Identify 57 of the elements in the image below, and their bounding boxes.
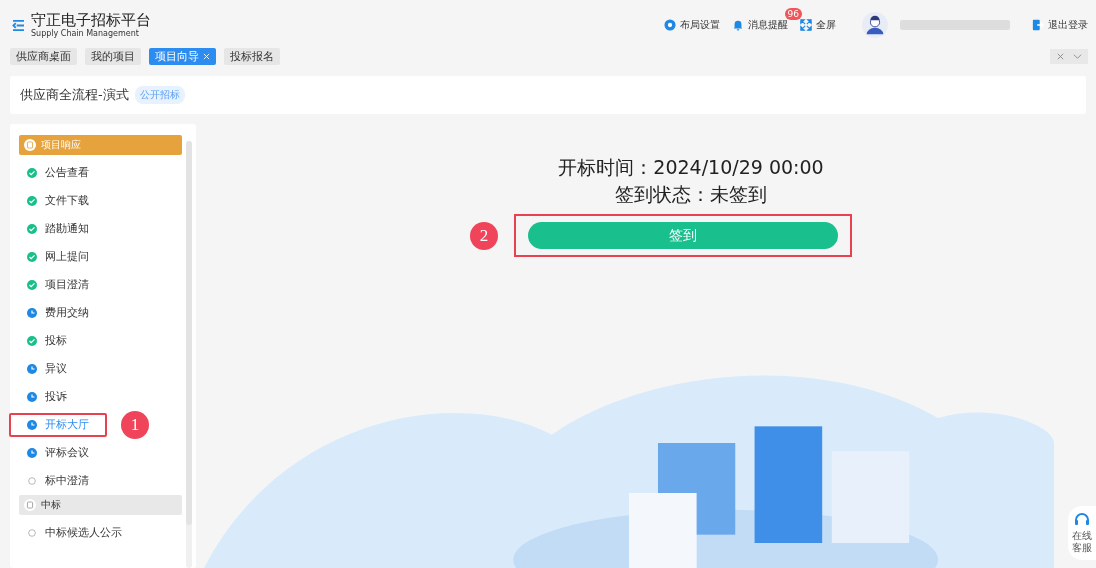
sidebar-item[interactable]: 异议 — [9, 357, 85, 381]
sidebar-item[interactable]: 投诉 — [9, 385, 85, 409]
tab-controls[interactable] — [1050, 49, 1088, 64]
check-circle-icon — [27, 336, 37, 346]
logout-button[interactable]: 退出登录 — [1032, 18, 1088, 32]
signin-status: 签到状态：未签到 — [615, 182, 767, 207]
project-title: 供应商全流程-演式 — [20, 86, 129, 104]
toolbar-button[interactable]: 全屏 — [800, 18, 836, 32]
check-circle-icon — [27, 196, 37, 206]
tab[interactable]: 投标报名 — [224, 48, 280, 65]
sidebar-item[interactable]: 网上提问 — [9, 245, 107, 269]
callout-number: 1 — [121, 411, 149, 439]
sidebar-item[interactable]: 投标 — [9, 329, 85, 353]
headset-icon — [1074, 512, 1090, 528]
sidebar-group-header[interactable]: 中标 — [19, 495, 182, 515]
logout-icon — [1032, 19, 1044, 31]
app-subtitle: Supply Chain Management — [31, 29, 140, 38]
sidebar-item[interactable]: 费用交纳 — [9, 301, 107, 325]
scrollbar[interactable] — [186, 141, 192, 568]
sidebar-item[interactable]: 文件下载 — [9, 189, 107, 213]
clock-icon — [27, 420, 37, 430]
check-circle-icon — [27, 224, 37, 234]
document-icon — [24, 499, 36, 511]
check-circle-icon — [27, 168, 37, 178]
sidebar-item[interactable]: 项目澄清 — [9, 273, 107, 297]
callout-number: 2 — [470, 221, 498, 250]
tab[interactable]: 我的项目 — [85, 48, 141, 65]
sidebar-item[interactable]: 公告查看 — [9, 161, 107, 185]
check-circle-icon — [27, 280, 37, 290]
close-icon[interactable] — [1056, 52, 1065, 61]
chevron-down-icon[interactable] — [1073, 52, 1082, 61]
clock-icon — [27, 308, 37, 318]
procurement-tag: 公开招标 — [134, 86, 185, 104]
sidebar-item[interactable]: 标中澄清 — [9, 469, 107, 493]
bell-icon — [732, 19, 744, 31]
app-title: 守正电子招标平台 — [31, 12, 151, 28]
tab[interactable]: 供应商桌面 — [10, 48, 77, 65]
document-icon — [24, 139, 36, 151]
sidebar-item[interactable]: 踏勘通知 — [9, 217, 107, 241]
clock-icon — [27, 448, 37, 458]
clock-icon — [27, 364, 37, 374]
clock-icon — [27, 392, 37, 402]
avatar-icon[interactable] — [862, 12, 888, 38]
opening-time: 开标时间：2024/10/29 00:00 — [558, 155, 824, 180]
sidebar-item[interactable]: 中标候选人公示 — [9, 521, 140, 545]
support-button[interactable]: 在线客服 — [1068, 506, 1096, 560]
toolbar-button[interactable]: 布局设置 — [664, 18, 720, 32]
check-circle-icon — [27, 252, 37, 262]
menu-icon[interactable] — [12, 19, 25, 31]
sidebar-item[interactable]: 评标会议 — [9, 441, 107, 465]
notification-badge: 96 — [784, 8, 802, 20]
settings-icon — [664, 19, 676, 31]
fullscreen-icon — [800, 19, 812, 31]
empty-circle-icon — [27, 476, 37, 486]
toolbar-button[interactable]: 消息提醒 — [732, 18, 788, 32]
sidebar-item[interactable]: 开标大厅 — [9, 413, 107, 437]
empty-circle-icon — [27, 528, 37, 538]
